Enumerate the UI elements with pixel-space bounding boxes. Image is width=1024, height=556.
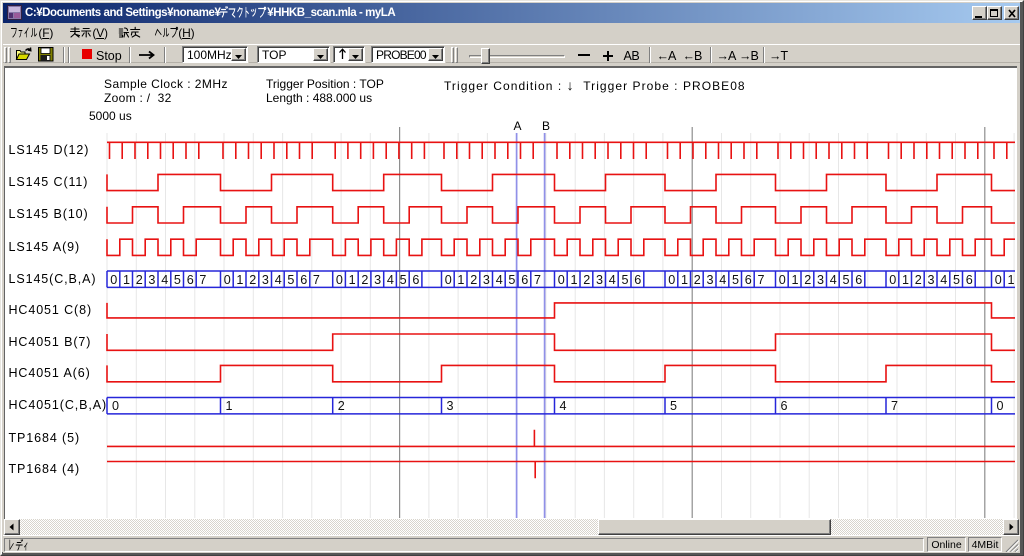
svg-text:0: 0	[336, 273, 343, 287]
svg-text:6: 6	[521, 273, 528, 287]
svg-text:3: 3	[928, 273, 935, 287]
svg-text:4: 4	[161, 273, 168, 287]
svg-text:1: 1	[571, 273, 578, 287]
svg-text:7: 7	[199, 273, 206, 287]
svg-text:2: 2	[249, 273, 256, 287]
svg-text:4: 4	[609, 273, 616, 287]
svg-text:3: 3	[596, 273, 603, 287]
svg-text:1: 1	[681, 273, 688, 287]
svg-text:3: 3	[483, 273, 490, 287]
svg-text:0: 0	[110, 273, 117, 287]
svg-text:1: 1	[902, 273, 909, 287]
svg-text:3: 3	[817, 273, 824, 287]
svg-text:1: 1	[123, 273, 130, 287]
svg-text:5: 5	[400, 273, 407, 287]
svg-text:5: 5	[732, 273, 739, 287]
svg-text:0: 0	[112, 399, 119, 413]
svg-text:1: 1	[1008, 273, 1015, 287]
svg-text:0: 0	[668, 273, 675, 287]
svg-text:6: 6	[412, 273, 419, 287]
svg-text:5: 5	[508, 273, 515, 287]
svg-text:6: 6	[966, 273, 973, 287]
svg-text:6: 6	[634, 273, 641, 287]
svg-text:4: 4	[830, 273, 837, 287]
svg-text:5: 5	[843, 273, 850, 287]
svg-text:7: 7	[891, 399, 898, 413]
svg-text:3: 3	[374, 273, 381, 287]
svg-text:2: 2	[915, 273, 922, 287]
svg-text:1: 1	[457, 273, 464, 287]
svg-text:3: 3	[262, 273, 269, 287]
svg-text:3: 3	[148, 273, 155, 287]
svg-text:6: 6	[781, 399, 788, 413]
svg-text:6: 6	[855, 273, 862, 287]
svg-text:1: 1	[236, 273, 243, 287]
svg-text:4: 4	[719, 273, 726, 287]
svg-text:1: 1	[226, 399, 233, 413]
svg-text:2: 2	[583, 273, 590, 287]
svg-text:6: 6	[745, 273, 752, 287]
svg-text:2: 2	[136, 273, 143, 287]
svg-text:5: 5	[287, 273, 294, 287]
svg-text:3: 3	[447, 399, 454, 413]
svg-text:2: 2	[470, 273, 477, 287]
svg-text:7: 7	[313, 273, 320, 287]
svg-text:0: 0	[995, 273, 1002, 287]
svg-text:1: 1	[349, 273, 356, 287]
svg-text:0: 0	[445, 273, 452, 287]
svg-text:4: 4	[940, 273, 947, 287]
svg-text:0: 0	[779, 273, 786, 287]
svg-text:0: 0	[224, 273, 231, 287]
svg-text:7: 7	[534, 273, 541, 287]
svg-text:0: 0	[889, 273, 896, 287]
svg-text:2: 2	[694, 273, 701, 287]
svg-text:4: 4	[387, 273, 394, 287]
svg-text:7: 7	[758, 273, 765, 287]
svg-text:0: 0	[997, 399, 1004, 413]
svg-text:2: 2	[804, 273, 811, 287]
svg-text:6: 6	[300, 273, 307, 287]
svg-text:6: 6	[187, 273, 194, 287]
svg-text:0: 0	[558, 273, 565, 287]
svg-text:5: 5	[953, 273, 960, 287]
svg-text:4: 4	[496, 273, 503, 287]
svg-text:1: 1	[792, 273, 799, 287]
svg-text:4: 4	[275, 273, 282, 287]
svg-text:2: 2	[338, 399, 345, 413]
svg-text:5: 5	[174, 273, 181, 287]
svg-text:4: 4	[560, 399, 567, 413]
svg-text:3: 3	[707, 273, 714, 287]
svg-text:5: 5	[670, 399, 677, 413]
svg-text:5: 5	[622, 273, 629, 287]
svg-text:2: 2	[361, 273, 368, 287]
